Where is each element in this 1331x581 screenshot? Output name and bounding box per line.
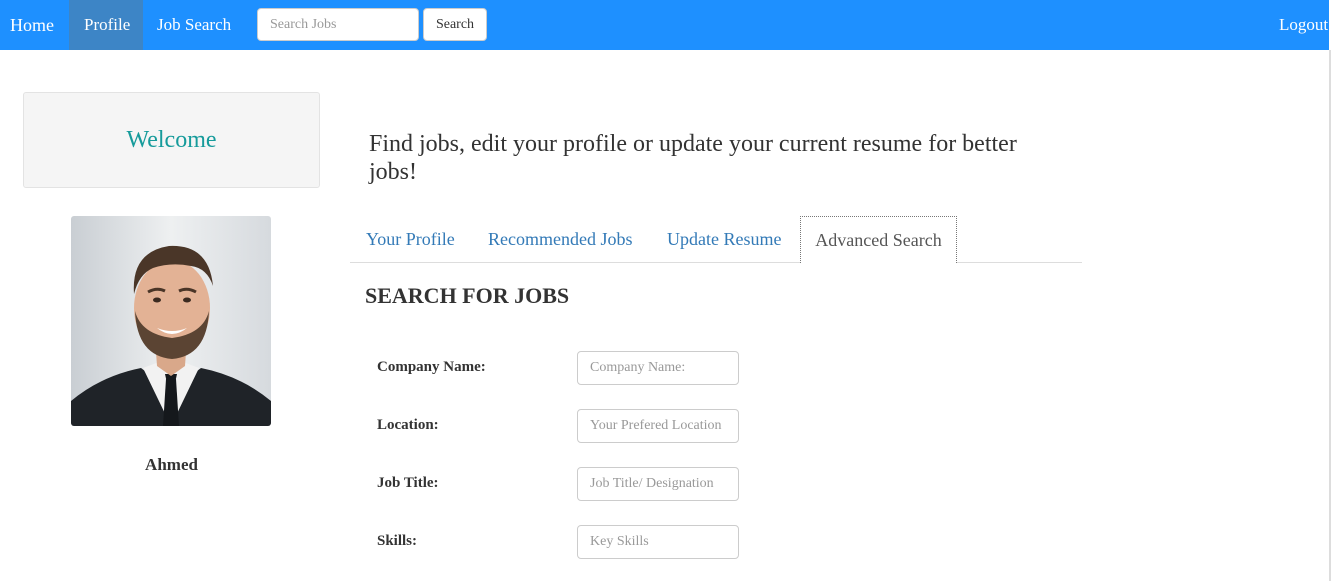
profile-tabs: Your Profile Recommended Jobs Update Res… [350,216,1082,263]
welcome-panel: Welcome [23,92,320,188]
tab-update-resume[interactable]: Update Resume [667,216,781,262]
tab-your-profile[interactable]: Your Profile [366,216,455,262]
nav-home-link[interactable]: Home [0,0,67,50]
job-title-label: Job Title: [377,475,439,491]
tab-recommended-jobs[interactable]: Recommended Jobs [488,216,632,262]
location-label: Location: [377,417,439,433]
nav-profile-link[interactable]: Profile [69,0,143,50]
skills-label: Skills: [377,533,418,549]
top-navbar: Home Profile Job Search Search Logout [0,0,1329,50]
avatar-portrait-icon [71,216,271,426]
job-title-input[interactable] [577,467,739,501]
intro-text: Find jobs, edit your profile or update y… [369,131,1017,185]
user-name: Ahmed [145,455,198,474]
search-jobs-input[interactable] [257,8,419,41]
nav-job-search-link[interactable]: Job Search [145,0,245,50]
skills-input[interactable] [577,525,739,559]
company-name-input[interactable] [577,351,739,385]
company-name-label: Company Name: [377,359,486,375]
search-button[interactable]: Search [423,8,487,41]
section-title: SEARCH FOR JOBS [365,283,570,308]
tab-advanced-search[interactable]: Advanced Search [800,216,957,263]
user-avatar-photo [71,216,271,426]
logout-link[interactable]: Logout [1267,0,1329,50]
location-input[interactable] [577,409,739,443]
